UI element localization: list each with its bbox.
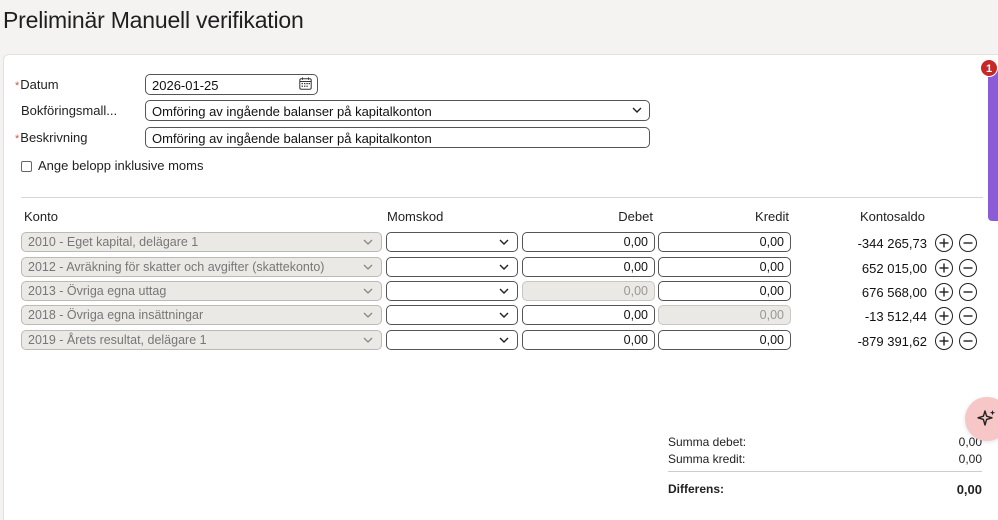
account-select[interactable]: 2010 - Eget kapital, delägare 1 (21, 232, 382, 252)
debit-input[interactable]: 0,00 (522, 232, 655, 252)
date-field[interactable]: 2026-01-25 (145, 74, 318, 95)
template-label: Bokföringsmall... (21, 103, 118, 118)
remove-row-button[interactable] (959, 259, 977, 277)
account-value: 2013 - Övriga egna uttag (28, 284, 167, 298)
chevron-down-icon (362, 309, 374, 324)
chevron-down-icon (631, 104, 643, 119)
account-value: 2019 - Årets resultat, delägare 1 (28, 333, 207, 347)
calendar-icon[interactable] (299, 77, 312, 93)
required-marker: * (15, 133, 20, 145)
credit-input[interactable]: 0,00 (658, 330, 791, 350)
remove-row-button[interactable] (959, 307, 977, 325)
vat-code-select[interactable] (386, 257, 518, 277)
chevron-down-icon (362, 285, 374, 300)
sparkle-icon (977, 410, 996, 426)
minus-circle-icon (963, 291, 973, 293)
chevron-down-icon (498, 309, 510, 324)
account-balance: -879 391,62 (857, 334, 927, 349)
add-row-button[interactable] (935, 234, 953, 252)
remove-row-button[interactable] (959, 332, 977, 350)
account-select[interactable]: 2012 - Avräkning för skatter och avgifte… (21, 257, 382, 277)
sum-debit-label: Summa debet: (668, 435, 747, 449)
sum-credit-value: 0,00 (958, 452, 982, 466)
plus-circle-icon (939, 311, 949, 321)
plus-circle-icon (939, 238, 949, 248)
debit-input[interactable]: 0,00 (522, 305, 655, 325)
remove-row-button[interactable] (959, 234, 977, 252)
vat-inclusive-label: Ange belopp inklusive moms (38, 158, 204, 173)
header-vat: Momskod (387, 209, 444, 224)
vat-code-select[interactable] (386, 281, 518, 301)
section-divider (21, 197, 983, 198)
vat-code-select[interactable] (386, 330, 518, 350)
description-value: Omföring av ingående balanser på kapital… (152, 131, 432, 146)
chevron-down-icon (498, 334, 510, 349)
account-value: 2010 - Eget kapital, delägare 1 (28, 235, 199, 249)
summary-divider (668, 471, 982, 472)
vat-code-select[interactable] (386, 305, 518, 325)
debit-input[interactable]: 0,00 (522, 257, 655, 277)
account-value: 2018 - Övriga egna insättningar (28, 308, 204, 322)
plus-circle-icon (939, 336, 949, 346)
page-title: Preliminär Manuell verifikation (3, 7, 304, 33)
date-label: *Datum (15, 77, 59, 92)
minus-circle-icon (963, 340, 973, 342)
chevron-down-icon (362, 261, 374, 276)
notification-badge[interactable]: 1 (980, 59, 998, 77)
difference-label: Differens: (668, 482, 725, 496)
plus-circle-icon (939, 263, 949, 273)
vat-code-select[interactable] (386, 232, 518, 252)
add-row-button[interactable] (935, 283, 953, 301)
description-label: *Beskrivning (15, 130, 87, 145)
account-select[interactable]: 2019 - Årets resultat, delägare 1 (21, 330, 382, 350)
header-account: Konto (24, 209, 58, 224)
account-balance: -13 512,44 (864, 309, 927, 324)
account-balance: 652 015,00 (861, 261, 927, 276)
chevron-down-icon (498, 285, 510, 300)
account-select[interactable]: 2018 - Övriga egna insättningar (21, 305, 382, 325)
debit-input: 0,00 (522, 281, 655, 301)
credit-input[interactable]: 0,00 (658, 232, 791, 252)
header-balance: Kontosaldo (859, 209, 925, 224)
add-row-button[interactable] (935, 307, 953, 325)
sum-credit-label: Summa kredit: (668, 452, 746, 466)
chevron-down-icon (362, 334, 374, 349)
header-debit: Debet (618, 209, 653, 224)
template-value: Omföring av ingående balanser på kapital… (152, 104, 432, 119)
minus-circle-icon (963, 315, 973, 317)
chevron-down-icon (498, 236, 510, 251)
credit-input[interactable]: 0,00 (658, 257, 791, 277)
account-select[interactable]: 2013 - Övriga egna uttag (21, 281, 382, 301)
credit-input: 0,00 (658, 305, 791, 325)
add-row-button[interactable] (935, 332, 953, 350)
date-label-text: Datum (20, 77, 59, 92)
account-value: 2012 - Avräkning för skatter och avgifte… (28, 260, 325, 274)
account-balance: -344 265,73 (857, 236, 927, 251)
required-marker: * (15, 80, 20, 92)
vat-inclusive-checkbox[interactable] (21, 161, 32, 172)
minus-circle-icon (963, 267, 973, 269)
add-row-button[interactable] (935, 259, 953, 277)
credit-input[interactable]: 0,00 (658, 281, 791, 301)
account-balance: 676 568,00 (861, 285, 927, 300)
minus-circle-icon (963, 242, 973, 244)
remove-row-button[interactable] (959, 283, 977, 301)
debit-input[interactable]: 0,00 (522, 330, 655, 350)
plus-circle-icon (939, 287, 949, 297)
template-select[interactable]: Omföring av ingående balanser på kapital… (145, 100, 650, 121)
description-label-text: Beskrivning (20, 130, 88, 145)
difference-value: 0,00 (956, 482, 982, 497)
date-value: 2026-01-25 (152, 78, 219, 93)
chevron-down-icon (362, 236, 374, 251)
chevron-down-icon (498, 261, 510, 276)
description-input[interactable]: Omföring av ingående balanser på kapital… (145, 127, 650, 148)
header-credit: Kredit (755, 209, 789, 224)
side-panel-tab[interactable] (988, 70, 998, 221)
